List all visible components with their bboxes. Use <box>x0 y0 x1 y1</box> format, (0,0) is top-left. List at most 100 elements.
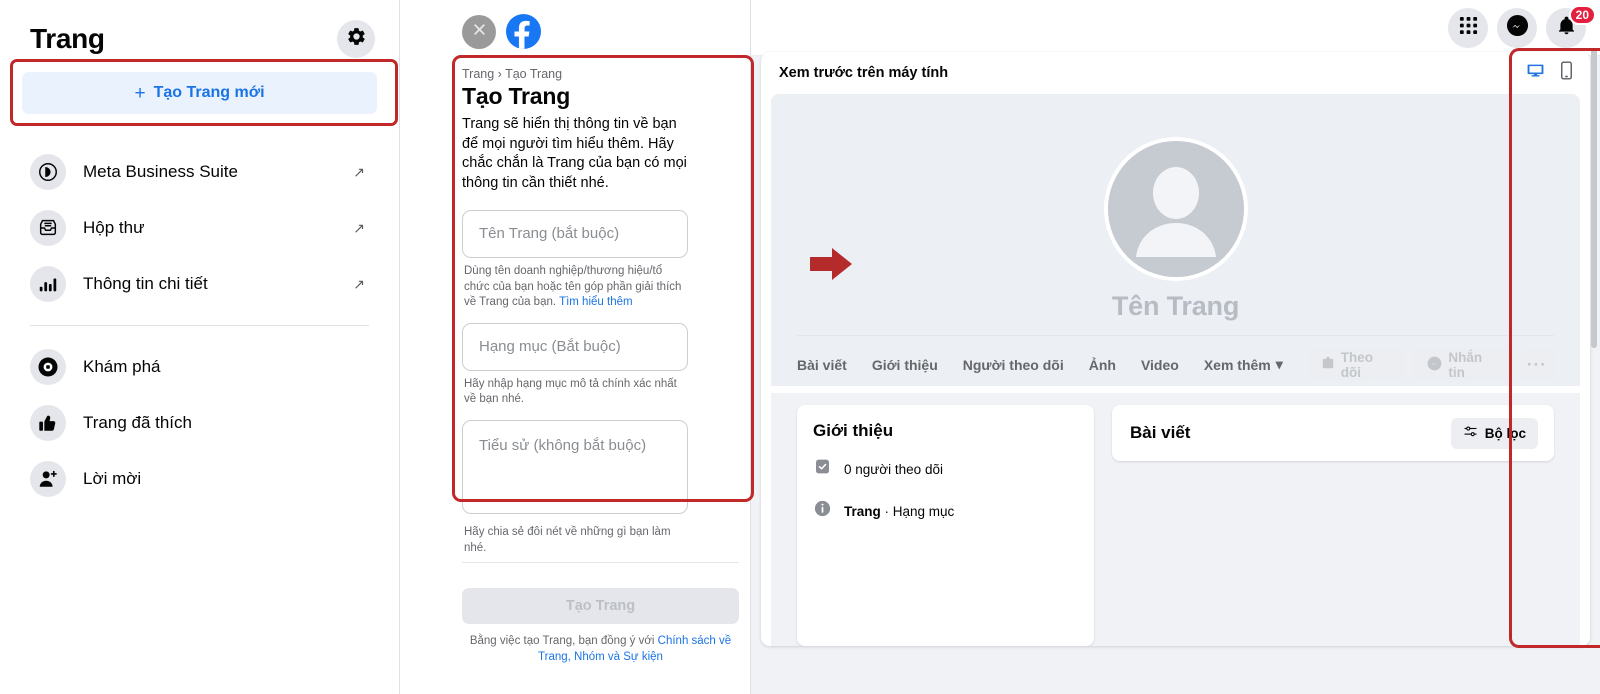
close-button[interactable] <box>462 14 496 49</box>
filter-button[interactable]: Bộ lọc <box>1450 417 1538 449</box>
inbox-icon <box>30 210 66 246</box>
thumbs-up-icon <box>30 405 66 441</box>
bio-textarea[interactable] <box>462 420 688 514</box>
category-input[interactable] <box>462 322 688 371</box>
external-link-icon: ↗ <box>353 275 365 292</box>
add-person-icon <box>30 461 66 497</box>
mobile-icon[interactable] <box>1559 61 1574 85</box>
settings-button[interactable] <box>337 20 375 58</box>
page-preview-mock: Tên Trang Bài viết Giới thiệu Người theo… <box>771 94 1580 646</box>
sidebar-item-discover[interactable]: Khám phá <box>20 339 379 395</box>
tab-more[interactable]: Xem thêm ▾ <box>1204 356 1283 373</box>
device-toggle-group <box>1526 61 1574 85</box>
form-description: Trang sẽ hiển thị thông tin về bạn để mọ… <box>462 116 687 192</box>
sidebar-item-label: Lời mời <box>83 469 142 488</box>
about-row-category: Trang · Hạng mục <box>813 499 1078 523</box>
grid-menu-icon <box>1459 16 1478 40</box>
tab-followers[interactable]: Người theo dõi <box>963 357 1064 373</box>
preview-page-name: Tên Trang <box>1111 291 1240 321</box>
posts-card-title: Bài viết <box>1130 423 1191 442</box>
filter-sliders-icon <box>1463 424 1478 442</box>
form-content: Trang › Tạo Trang Tạo Trang Trang sẽ hiể… <box>400 49 750 556</box>
sidebar-item-inbox[interactable]: Hộp thư ↗ <box>20 200 379 256</box>
left-sidebar: Trang + Tạo Trang mới Meta Business Suit… <box>0 0 400 694</box>
terms-prefix: Bằng việc tạo Trang, bạn đồng ý với <box>469 634 658 647</box>
create-page-submit-button[interactable]: Tạo Trang <box>462 587 739 624</box>
sidebar-item-label: Thông tin chi tiết <box>83 274 208 293</box>
sidebar-item-label: Khám phá <box>83 357 161 376</box>
category-hint: Hãy nhập hạng mục mô tả chính xác nhất v… <box>464 377 677 406</box>
category-rest: · Hạng mục <box>880 503 955 519</box>
preview-action-buttons: Theo dõi Nhắn tin ··· <box>1307 349 1554 380</box>
sidebar-item-meta-business-suite[interactable]: Meta Business Suite ↗ <box>20 144 379 200</box>
terms-text: Bằng việc tạo Trang, bạn đồng ý với Chín… <box>462 633 739 666</box>
sidebar-item-label: Trang đã thích <box>83 413 192 432</box>
grid-menu-button[interactable] <box>1448 7 1488 48</box>
info-icon <box>813 499 832 523</box>
annotation-red-arrow <box>810 248 852 280</box>
sidebar-item-liked-pages[interactable]: Trang đã thích <box>20 395 379 451</box>
default-avatar-icon <box>1107 141 1244 277</box>
bio-hint: Hãy chia sẻ đôi nét về những gì bạn làm … <box>464 526 671 554</box>
followers-count-text: 0 người theo dõi <box>844 461 943 477</box>
create-page-form-panel: Trang › Tạo Trang Tạo Trang Trang sẽ hiể… <box>400 0 852 694</box>
follow-button[interactable]: Theo dõi <box>1307 349 1407 380</box>
preview-vertical-scrollbar[interactable] <box>1591 48 1597 688</box>
form-footer: Tạo Trang Bằng việc tạo Trang, bạn đồng … <box>462 561 739 666</box>
tab-more-label: Xem thêm <box>1203 356 1271 373</box>
sidebar-item-invitations[interactable]: Lời mời <box>20 451 379 507</box>
create-new-page-label: Tạo Trang mới <box>153 84 265 101</box>
facebook-create-page-screen: Trang + Tạo Trang mới Meta Business Suit… <box>0 0 1600 694</box>
external-link-icon: ↗ <box>353 163 365 180</box>
notifications-button[interactable]: 20 <box>1546 4 1596 48</box>
learn-more-link[interactable]: Tìm hiểu thêm <box>559 296 633 308</box>
filter-button-label: Bộ lọc <box>1484 425 1526 441</box>
sidebar-header: Trang <box>20 16 379 58</box>
desktop-icon[interactable] <box>1526 61 1545 85</box>
message-button-label: Nhắn tin <box>1448 349 1483 380</box>
preview-panel: 20 Xem trước trên máy tính Tên Trang Bài… <box>750 0 1600 694</box>
message-button[interactable]: Nhắn tin <box>1414 349 1512 380</box>
sidebar-item-label: Meta Business Suite <box>83 162 238 181</box>
preview-header-title: Xem trước trên máy tính <box>779 65 949 81</box>
meta-icon <box>30 154 66 190</box>
messenger-icon <box>1506 14 1529 42</box>
plus-icon: + <box>134 82 146 104</box>
tab-about[interactable]: Giới thiệu <box>872 357 938 373</box>
create-page-container: + Tạo Trang mới <box>10 59 398 126</box>
tab-videos[interactable]: Video <box>1141 357 1179 373</box>
messenger-icon <box>1427 356 1442 374</box>
form-top-bar <box>400 0 750 49</box>
form-heading: Tạo Trang <box>462 83 571 109</box>
tab-posts[interactable]: Bài viết <box>797 357 847 373</box>
follow-button-label: Theo dõi <box>1340 349 1374 380</box>
page-name-input[interactable] <box>462 209 688 258</box>
create-new-page-button[interactable]: + Tạo Trang mới <box>22 72 377 114</box>
page-name-hint: Dùng tên doanh nghiệp/thương hiệu/tổ chứ… <box>464 264 686 311</box>
facebook-logo-icon[interactable] <box>506 14 541 49</box>
avatar <box>1103 137 1248 281</box>
about-card-title: Giới thiệu <box>813 421 894 440</box>
category-bold-part: Trang <box>844 503 881 519</box>
sidebar-divider <box>30 325 369 326</box>
external-link-icon: ↗ <box>353 219 365 236</box>
more-options-button[interactable]: ··· <box>1519 349 1554 380</box>
top-nav-bar: 20 <box>751 0 1600 56</box>
chevron-down-icon: ▾ <box>1275 356 1283 372</box>
sidebar-item-insights[interactable]: Thông tin chi tiết ↗ <box>20 256 379 312</box>
preview-tab-bar: Bài viết Giới thiệu Người theo dõi Ảnh V… <box>797 335 1554 393</box>
footer-divider <box>462 561 739 563</box>
gear-icon <box>346 26 367 52</box>
close-icon <box>472 22 487 42</box>
sidebar-nav: Meta Business Suite ↗ Hộp thư ↗ Thông ti… <box>20 144 379 507</box>
messenger-button[interactable] <box>1497 7 1537 48</box>
follow-icon <box>1321 356 1335 373</box>
preview-card: Xem trước trên máy tính Tên Trang Bài vi… <box>761 52 1590 646</box>
preview-body: Tên Trang Bài viết Giới thiệu Người theo… <box>771 94 1580 646</box>
breadcrumb: Trang › Tạo Trang <box>462 67 563 81</box>
category-text: Trang · Hạng mục <box>844 504 954 519</box>
page-title: Trang <box>30 23 105 54</box>
compass-icon <box>30 349 66 385</box>
about-row-followers: 0 người theo dõi <box>813 457 1078 481</box>
tab-photos[interactable]: Ảnh <box>1089 357 1116 373</box>
